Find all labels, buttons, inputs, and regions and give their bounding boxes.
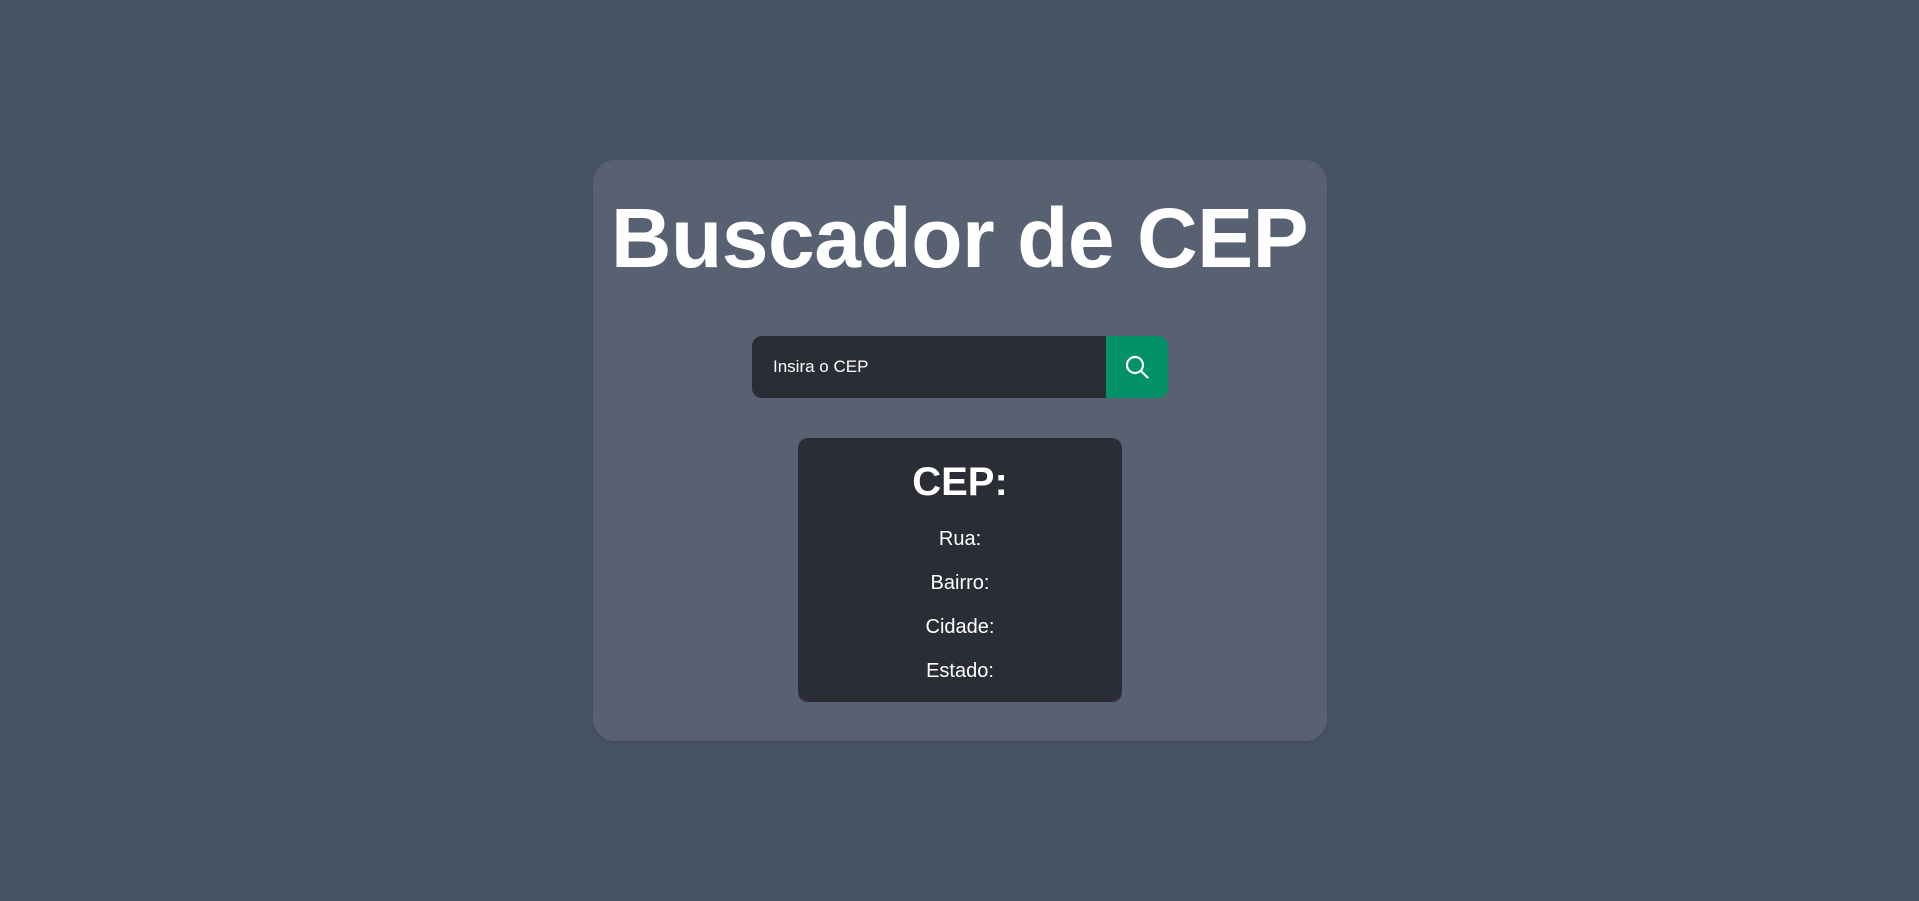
search-button[interactable]: [1106, 336, 1168, 398]
cep-input[interactable]: [752, 336, 1106, 398]
street-label: Rua:: [938, 528, 982, 550]
search-bar: [752, 336, 1168, 398]
result-panel: CEP: Rua: Bairro: Cidade: Estado:: [798, 438, 1122, 702]
state-label: Estado:: [926, 660, 994, 682]
city-label: Cidade:: [925, 616, 995, 638]
search-icon: [1124, 354, 1150, 380]
cep-heading: CEP:: [912, 460, 1008, 504]
neighborhood-label: Bairro:: [930, 572, 990, 594]
page-title: Buscador de CEP: [610, 191, 1309, 285]
